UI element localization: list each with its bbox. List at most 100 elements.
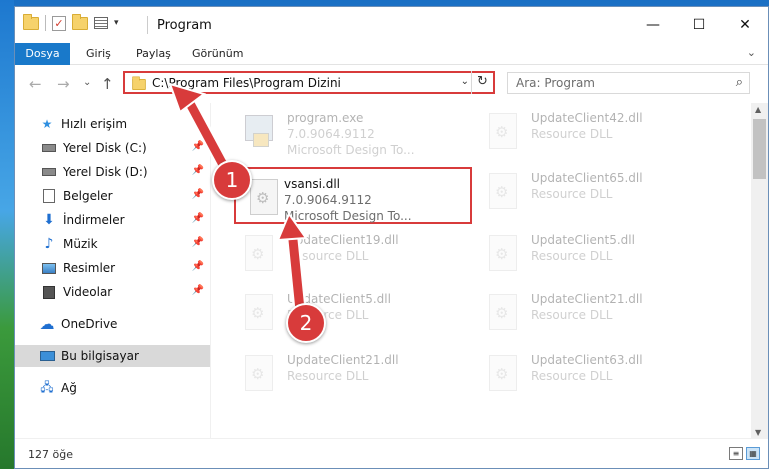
file-description: Resource DLL (531, 308, 613, 322)
sidebar-item-disk-c[interactable]: Yerel Disk (C:) 📌 (15, 137, 210, 159)
tab-view[interactable]: Görünüm (192, 43, 243, 65)
customize-toolbar-chevron-icon[interactable]: ▾ (114, 18, 119, 28)
sidebar-item-this-pc[interactable]: Bu bilgisayar (15, 345, 210, 367)
pictures-icon (41, 260, 57, 276)
view-switcher: ≡ ▦ (729, 447, 760, 460)
sidebar-item-label: Ağ (61, 381, 77, 395)
title-separator (147, 16, 148, 34)
pin-icon: 📌 (191, 261, 204, 272)
dll-file-icon (483, 171, 523, 215)
file-name: UpdateClient65.dll (531, 171, 643, 185)
sidebar-item-downloads[interactable]: ⬇ İndirmeler 📌 (15, 209, 210, 231)
step-1-badge: 1 (212, 160, 252, 200)
details-view-icon[interactable]: ≡ (729, 447, 743, 460)
file-item[interactable]: UpdateClient21.dll Resource DLL (483, 288, 643, 344)
dll-file-icon (483, 353, 523, 397)
item-count: 127 öğe (28, 448, 73, 461)
toolbar-separator (45, 15, 46, 31)
minimize-button[interactable]: — (630, 7, 676, 43)
file-item[interactable]: UpdateClient65.dll Resource DLL (483, 167, 643, 223)
sidebar-item-pictures[interactable]: Resimler 📌 (15, 257, 210, 279)
content-area: ★ Hızlı erişim Yerel Disk (C:) 📌 Yerel D… (15, 103, 768, 439)
address-bar[interactable]: C:\Program Files\Program Dizini ⌄ ↻ (123, 71, 495, 94)
address-path[interactable]: C:\Program Files\Program Dizini (152, 76, 341, 90)
address-row: ← → ⌄ ↑ C:\Program Files\Program Dizini … (15, 65, 768, 103)
pin-icon: 📌 (191, 237, 204, 248)
file-description: Resource DLL (287, 249, 369, 263)
sidebar-item-documents[interactable]: Belgeler 📌 (15, 185, 210, 207)
quick-access-toolbar: ✓ ▾ (23, 13, 119, 31)
file-name: UpdateClient19.dll (287, 233, 399, 247)
sidebar-item-onedrive[interactable]: ☁ OneDrive (15, 313, 210, 335)
file-text: UpdateClient42.dll Resource DLL (531, 110, 643, 163)
file-item[interactable]: UpdateClient19.dll Resource DLL (239, 229, 399, 285)
cloud-icon: ☁ (39, 315, 55, 333)
dll-file-icon (239, 292, 279, 336)
exe-file-icon (239, 111, 279, 155)
scroll-down-icon[interactable]: ▼ (755, 428, 761, 437)
tiles-view-icon[interactable]: ▦ (746, 447, 760, 460)
file-explorer-window: ✓ ▾ Program — ☐ ✕ Dosya Giriş Paylaş Gör… (14, 6, 769, 469)
desktop-background (0, 0, 14, 469)
file-version: 7.0.9064.9112 (284, 193, 372, 207)
computer-icon (39, 348, 55, 364)
scrollbar-thumb[interactable] (753, 119, 766, 179)
file-text: UpdateClient63.dll Resource DLL (531, 352, 643, 405)
step-2-badge: 2 (286, 303, 326, 343)
file-text: UpdateClient5.dll Resource DLL (531, 232, 635, 285)
file-item[interactable]: UpdateClient21.dll Resource DLL (239, 349, 399, 405)
navigation-pane: ★ Hızlı erişim Yerel Disk (C:) 📌 Yerel D… (15, 103, 211, 439)
file-name: program.exe (287, 111, 364, 125)
sidebar-item-label: Hızlı erişim (61, 117, 128, 131)
sidebar-item-label: Yerel Disk (D:) (63, 165, 148, 179)
close-button[interactable]: ✕ (722, 7, 768, 43)
dll-file-icon (239, 353, 279, 397)
folder-icon (23, 13, 39, 30)
sidebar-item-label: Resimler (63, 261, 116, 275)
expand-ribbon-chevron-icon[interactable]: ⌄ (747, 46, 756, 59)
highlighted-file-item[interactable]: vsansi.dll 7.0.9064.9112 Microsoft Desig… (234, 167, 472, 224)
downloads-icon: ⬇ (43, 212, 55, 228)
sidebar-item-music[interactable]: ♪ Müzik 📌 (15, 233, 210, 255)
file-description: Microsoft Design To... (284, 209, 412, 223)
file-description: Resource DLL (531, 127, 613, 141)
file-item[interactable]: UpdateClient42.dll Resource DLL (483, 107, 643, 163)
tab-home[interactable]: Giriş (86, 43, 111, 65)
tab-file[interactable]: Dosya (15, 43, 70, 65)
file-description: Resource DLL (531, 187, 613, 201)
pin-icon: 📌 (191, 141, 204, 152)
sidebar-item-network[interactable]: 🖧 Ağ (15, 377, 210, 399)
sidebar-item-videos[interactable]: Videolar 📌 (15, 281, 210, 303)
tab-share[interactable]: Paylaş (136, 43, 171, 65)
file-item[interactable]: UpdateClient63.dll Resource DLL (483, 349, 643, 405)
properties-check-icon[interactable]: ✓ (52, 15, 66, 31)
network-icon: 🖧 (40, 379, 54, 394)
window-controls: — ☐ ✕ (630, 7, 768, 43)
vertical-scrollbar[interactable]: ▲ ▼ (751, 103, 768, 439)
scroll-up-icon[interactable]: ▲ (755, 105, 761, 114)
pin-icon: 📌 (191, 165, 204, 176)
forward-button[interactable]: → (57, 75, 70, 93)
address-history-chevron-icon[interactable]: ⌄ (461, 76, 469, 87)
search-box[interactable]: Ara: Program ⌕ (507, 72, 750, 94)
new-folder-icon[interactable] (72, 13, 88, 30)
properties-icon[interactable] (94, 17, 108, 29)
file-item[interactable]: program.exe 7.0.9064.9112 Microsoft Desi… (239, 107, 415, 163)
recent-locations-chevron-icon[interactable]: ⌄ (83, 77, 91, 88)
search-icon[interactable]: ⌕ (736, 75, 743, 90)
maximize-button[interactable]: ☐ (676, 7, 722, 43)
dll-file-icon (483, 111, 523, 155)
back-button[interactable]: ← (29, 75, 42, 93)
sidebar-item-quick-access[interactable]: ★ Hızlı erişim (15, 113, 210, 135)
sidebar-item-label: Yerel Disk (C:) (63, 141, 147, 155)
file-name: UpdateClient63.dll (531, 353, 643, 367)
drive-icon (41, 164, 57, 180)
up-button[interactable]: ↑ (101, 75, 114, 93)
file-item[interactable]: UpdateClient5.dll Resource DLL (483, 229, 635, 285)
refresh-button[interactable]: ↻ (471, 71, 493, 94)
file-text: UpdateClient19.dll Resource DLL (287, 232, 399, 285)
sidebar-item-disk-d[interactable]: Yerel Disk (D:) 📌 (15, 161, 210, 183)
status-bar: 127 öğe ≡ ▦ (15, 438, 768, 468)
file-text: UpdateClient21.dll Resource DLL (531, 291, 643, 344)
pin-icon: 📌 (191, 285, 204, 296)
